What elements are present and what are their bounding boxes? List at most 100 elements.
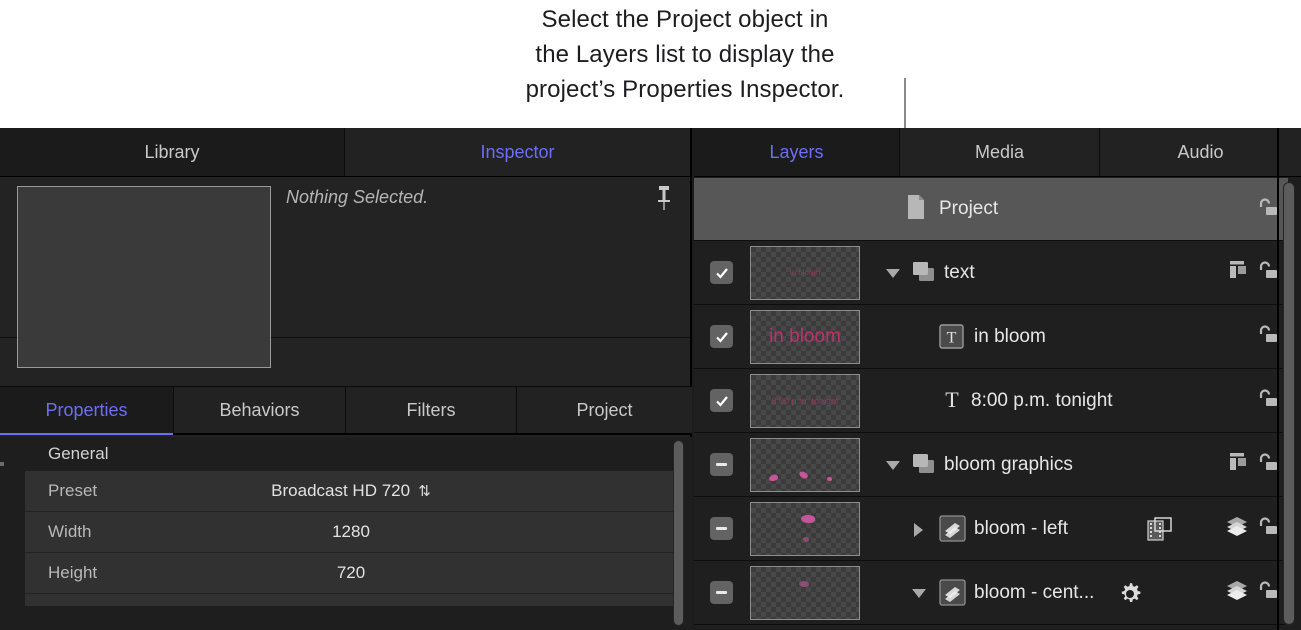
disclosure-triangle-icon[interactable] bbox=[912, 589, 926, 598]
inspector-preview-region: Nothing Selected. bbox=[0, 177, 690, 368]
screenshot-root: Select the Project object in the Layers … bbox=[0, 0, 1301, 630]
disclosure-triangle-icon[interactable] bbox=[886, 461, 900, 470]
petal-shape bbox=[799, 580, 809, 587]
filmstrip-icon[interactable] bbox=[1147, 516, 1173, 547]
tab-media[interactable]: Media bbox=[900, 128, 1100, 176]
layer-row-right-icons bbox=[1229, 452, 1278, 477]
layer-row-right-icons bbox=[1256, 388, 1278, 413]
tab-layers-label: Layers bbox=[769, 141, 824, 162]
property-row-width[interactable]: Width 1280 bbox=[25, 512, 677, 553]
stack-icon[interactable] bbox=[1225, 516, 1249, 541]
tab-project[interactable]: Project bbox=[517, 387, 692, 433]
property-value[interactable]: Broadcast HD 720 ⇅ bbox=[25, 481, 677, 501]
disclosure-triangle-icon[interactable] bbox=[914, 523, 923, 537]
svg-text:T: T bbox=[947, 330, 957, 347]
inspector-sub-tabbar: Properties Behaviors Filters Project bbox=[0, 386, 692, 435]
app-window: Library Inspector Nothing Selected. Prop… bbox=[0, 128, 1301, 630]
thumbnail-text: 8:00 p.m. tonight bbox=[771, 395, 839, 406]
layer-row-right-icons bbox=[1256, 324, 1278, 349]
check-icon bbox=[715, 395, 728, 407]
property-value[interactable]: 720 bbox=[25, 563, 677, 583]
unlock-icon[interactable] bbox=[1256, 260, 1278, 285]
inspector-scrollbar[interactable] bbox=[673, 440, 684, 626]
layer-visibility-checkbox[interactable] bbox=[710, 517, 733, 540]
group-icon bbox=[912, 261, 936, 288]
tab-properties-underline bbox=[0, 433, 173, 435]
unlock-icon[interactable] bbox=[1256, 324, 1278, 349]
tab-behaviors[interactable]: Behaviors bbox=[174, 387, 346, 433]
stack-icon[interactable] bbox=[1225, 580, 1249, 605]
layer-row-bloom-left[interactable]: bloom - left bbox=[694, 497, 1288, 561]
layer-row-text[interactable]: in bloom text bbox=[694, 241, 1288, 305]
check-icon bbox=[715, 267, 728, 279]
layer-row-tonight[interactable]: 8:00 p.m. tonight T 8:00 p.m. tonight bbox=[694, 369, 1288, 433]
layer-name: bloom graphics bbox=[944, 453, 1073, 475]
document-icon bbox=[906, 194, 926, 225]
layer-row-bloom-graphics[interactable]: bloom graphics bbox=[694, 433, 1288, 497]
group-disclosure-icon[interactable] bbox=[0, 462, 4, 466]
layer-thumbnail bbox=[750, 565, 860, 620]
unlock-icon[interactable] bbox=[1256, 197, 1278, 222]
unlock-icon[interactable] bbox=[1256, 580, 1278, 605]
property-group-general: General bbox=[0, 437, 692, 471]
properties-list: General Preset Broadcast HD 720 ⇅ Width … bbox=[0, 437, 692, 630]
tab-audio[interactable]: Audio bbox=[1100, 128, 1301, 176]
property-value[interactable]: 1280 bbox=[25, 522, 677, 542]
stepper-icon[interactable]: ⇅ bbox=[414, 483, 431, 500]
tab-properties[interactable]: Properties bbox=[0, 387, 174, 435]
layer-visibility-checkbox[interactable] bbox=[710, 389, 733, 412]
layer-row-right-icons bbox=[1229, 260, 1278, 285]
layer-thumbnail bbox=[750, 437, 860, 492]
property-row-preset[interactable]: Preset Broadcast HD 720 ⇅ bbox=[25, 471, 677, 512]
property-row-partial[interactable] bbox=[25, 594, 677, 606]
tab-inspector[interactable]: Inspector bbox=[345, 128, 690, 176]
tab-layers[interactable]: Layers bbox=[694, 128, 900, 176]
layers-pane-divider bbox=[1277, 128, 1279, 630]
layer-visibility-checkbox[interactable] bbox=[710, 453, 733, 476]
petal-shape bbox=[801, 514, 815, 523]
layer-name: 8:00 p.m. tonight bbox=[971, 389, 1113, 411]
inspector-top-tabbar: Library Inspector bbox=[0, 128, 690, 177]
unlock-icon[interactable] bbox=[1256, 388, 1278, 413]
thumbnail-text: in bloom bbox=[769, 325, 841, 347]
tab-library[interactable]: Library bbox=[0, 128, 345, 176]
tab-media-label: Media bbox=[974, 141, 1025, 162]
layer-visibility-checkbox[interactable] bbox=[710, 581, 733, 604]
layer-row-right-icons bbox=[1225, 516, 1278, 541]
layer-row-project[interactable]: Project bbox=[694, 178, 1288, 241]
collapse-icon[interactable] bbox=[1229, 260, 1249, 285]
tab-filters-label: Filters bbox=[406, 399, 456, 420]
callout-area: Select the Project object in the Layers … bbox=[0, 0, 1301, 210]
petal-shape bbox=[803, 536, 809, 542]
petal-shape bbox=[768, 473, 779, 482]
layer-row-bloom-center[interactable]: bloom - cent... bbox=[694, 561, 1288, 625]
tab-project-label: Project bbox=[576, 399, 633, 420]
layers-scrollbar[interactable] bbox=[1283, 182, 1295, 626]
layer-name: in bloom bbox=[974, 325, 1046, 347]
tab-library-label: Library bbox=[144, 141, 200, 162]
layer-visibility-checkbox[interactable] bbox=[710, 325, 733, 348]
disclosure-triangle-icon[interactable] bbox=[886, 269, 900, 278]
svg-text:T: T bbox=[945, 387, 959, 412]
gear-icon[interactable] bbox=[1117, 581, 1143, 612]
collapse-icon[interactable] bbox=[1229, 452, 1249, 477]
unlock-icon[interactable] bbox=[1256, 516, 1278, 541]
layer-thumbnail bbox=[750, 501, 860, 556]
property-row-height[interactable]: Height 720 bbox=[25, 553, 677, 594]
layer-name: bloom - cent... bbox=[974, 581, 1095, 603]
layer-visibility-checkbox[interactable] bbox=[710, 261, 733, 284]
tab-behaviors-label: Behaviors bbox=[219, 399, 300, 420]
petal-shape bbox=[827, 476, 832, 481]
text-plain-icon: T bbox=[942, 387, 962, 418]
layer-row-in-bloom[interactable]: in bloom T in bloom bbox=[694, 305, 1288, 369]
particle-icon bbox=[939, 579, 966, 611]
layers-scrollbar-thumb[interactable] bbox=[1284, 183, 1294, 624]
tab-filters[interactable]: Filters bbox=[346, 387, 517, 433]
pin-icon[interactable] bbox=[655, 185, 673, 215]
unlock-icon[interactable] bbox=[1256, 452, 1278, 477]
inspector-pane: Library Inspector Nothing Selected. Prop… bbox=[0, 128, 692, 630]
text-boxed-icon: T bbox=[939, 324, 964, 354]
layer-name: bloom - left bbox=[974, 517, 1068, 539]
inspector-scrollbar-thumb[interactable] bbox=[674, 441, 683, 625]
layers-pane: Layers Media Audio Project in bloom text… bbox=[694, 128, 1301, 630]
